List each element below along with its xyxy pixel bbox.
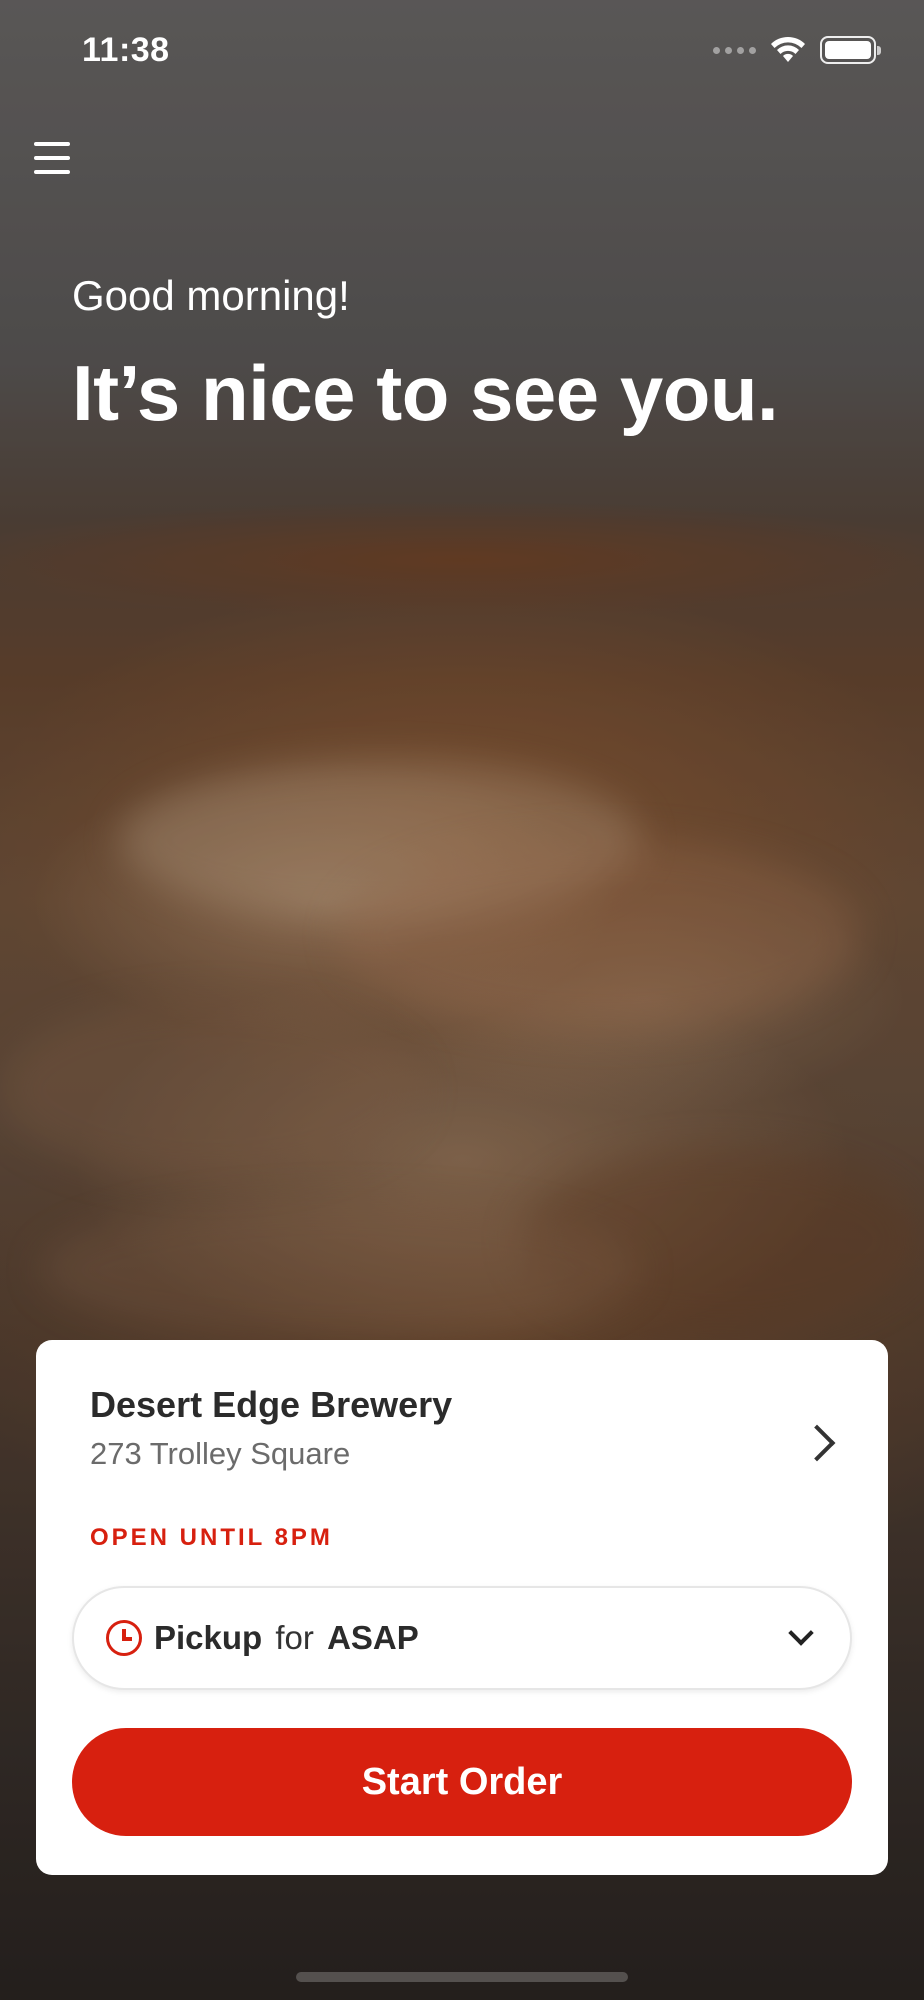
order-type-dropdown[interactable]: Pickup for ASAP <box>72 1586 852 1690</box>
store-hours-status: OPEN UNTIL 8PM <box>90 1524 333 1551</box>
order-connector: for <box>275 1619 314 1656</box>
store-info: Desert Edge Brewery 273 Trolley Square <box>90 1384 452 1472</box>
page-headline: It’s nice to see you. <box>72 349 779 437</box>
status-bar: 11:38 <box>0 0 924 100</box>
status-icons <box>713 36 881 64</box>
greeting-text: Good morning! <box>72 272 350 319</box>
store-name: Desert Edge Brewery <box>90 1384 453 1425</box>
store-selector[interactable]: Desert Edge Brewery 273 Trolley Square <box>90 1384 848 1498</box>
battery-icon <box>820 36 881 64</box>
status-time: 11:38 <box>82 30 170 69</box>
order-time: ASAP <box>327 1619 419 1656</box>
cellular-signal-icon <box>713 46 756 54</box>
order-card: Desert Edge Brewery 273 Trolley Square O… <box>36 1340 888 1875</box>
chevron-right-icon <box>798 1424 836 1462</box>
chevron-down-icon <box>788 1620 814 1646</box>
hamburger-menu-icon[interactable] <box>34 140 74 176</box>
store-address: 273 Trolley Square <box>90 1436 351 1471</box>
home-indicator[interactable] <box>296 1972 628 1982</box>
clock-icon <box>106 1620 142 1656</box>
order-type-label: Pickup for ASAP <box>154 1619 792 1657</box>
start-order-button[interactable]: Start Order <box>72 1728 852 1836</box>
order-mode: Pickup <box>154 1619 263 1656</box>
wifi-icon <box>771 36 805 62</box>
